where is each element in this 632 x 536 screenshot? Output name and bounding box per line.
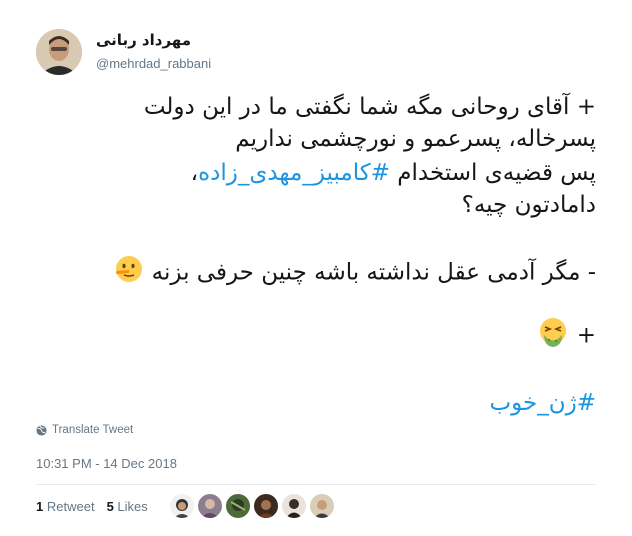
tweet-text-segment: ، — [190, 160, 199, 186]
tweet-text-segment: - مگر آدمی عقل نداشته باشه چنین حرفی بزن… — [151, 259, 596, 286]
tweet-timestamp[interactable]: 10:31 PM - 14 Dec 2018 — [36, 456, 177, 471]
hashtag-line: #ژن_خوب — [489, 388, 596, 418]
retweet-count: 1 — [36, 499, 44, 514]
tweet-text-line: - مگر آدمی عقل نداشته باشه چنین حرفی بزن… — [114, 254, 596, 292]
tweet-text-line: + — [537, 316, 596, 356]
liker-avatar[interactable] — [254, 494, 278, 518]
lying-face-icon — [114, 254, 144, 292]
author-avatar[interactable] — [36, 29, 82, 75]
liker-avatars — [170, 494, 334, 518]
nauseated-face-icon — [537, 316, 569, 356]
tweet-text-line: پسرخاله، پسرعمو و نورچشمی نداریم — [235, 126, 596, 152]
author-display-name[interactable]: مهرداد ربانی — [96, 31, 191, 49]
tweet-text-segment: پس قضیه‌ی استخدام — [397, 160, 596, 186]
hashtag-link[interactable]: #ژن_خوب — [489, 390, 596, 416]
liker-avatar[interactable] — [198, 494, 222, 518]
divider — [36, 484, 596, 485]
tweet-text-line: + آقای روحانی مگه شما نگفتی ما در این دو… — [143, 94, 596, 120]
globe-icon — [36, 424, 47, 436]
translate-label: Translate Tweet — [52, 424, 134, 436]
liker-avatar[interactable] — [226, 494, 250, 518]
liker-avatar[interactable] — [170, 494, 194, 518]
like-count: 5 — [106, 499, 114, 514]
tweet-stats: 1 Retweet 5 Likes — [36, 499, 148, 514]
likes-stat[interactable]: 5 Likes — [107, 499, 148, 514]
translate-tweet-link[interactable]: Translate Tweet — [36, 424, 133, 436]
liker-avatar[interactable] — [310, 494, 334, 518]
tweet-text-line: دامادتون چیه؟ — [461, 192, 596, 218]
tweet-card: مهرداد ربانی @mehrdad_rabbani + آقای روح… — [0, 0, 632, 536]
likes-label: Likes — [117, 499, 148, 514]
author-username[interactable]: @mehrdad_rabbani — [96, 56, 211, 71]
hashtag-link[interactable]: #کامبیز_مهدی_زاده — [198, 160, 390, 186]
liker-avatar[interactable] — [282, 494, 306, 518]
tweet-text-segment: + — [576, 322, 596, 349]
tweet-text-line: پس قضیه‌ی استخدام #کامبیز_مهدی_زاده، — [191, 158, 596, 188]
retweet-label: Retweet — [46, 499, 95, 514]
retweet-stat[interactable]: 1 Retweet — [36, 499, 95, 514]
